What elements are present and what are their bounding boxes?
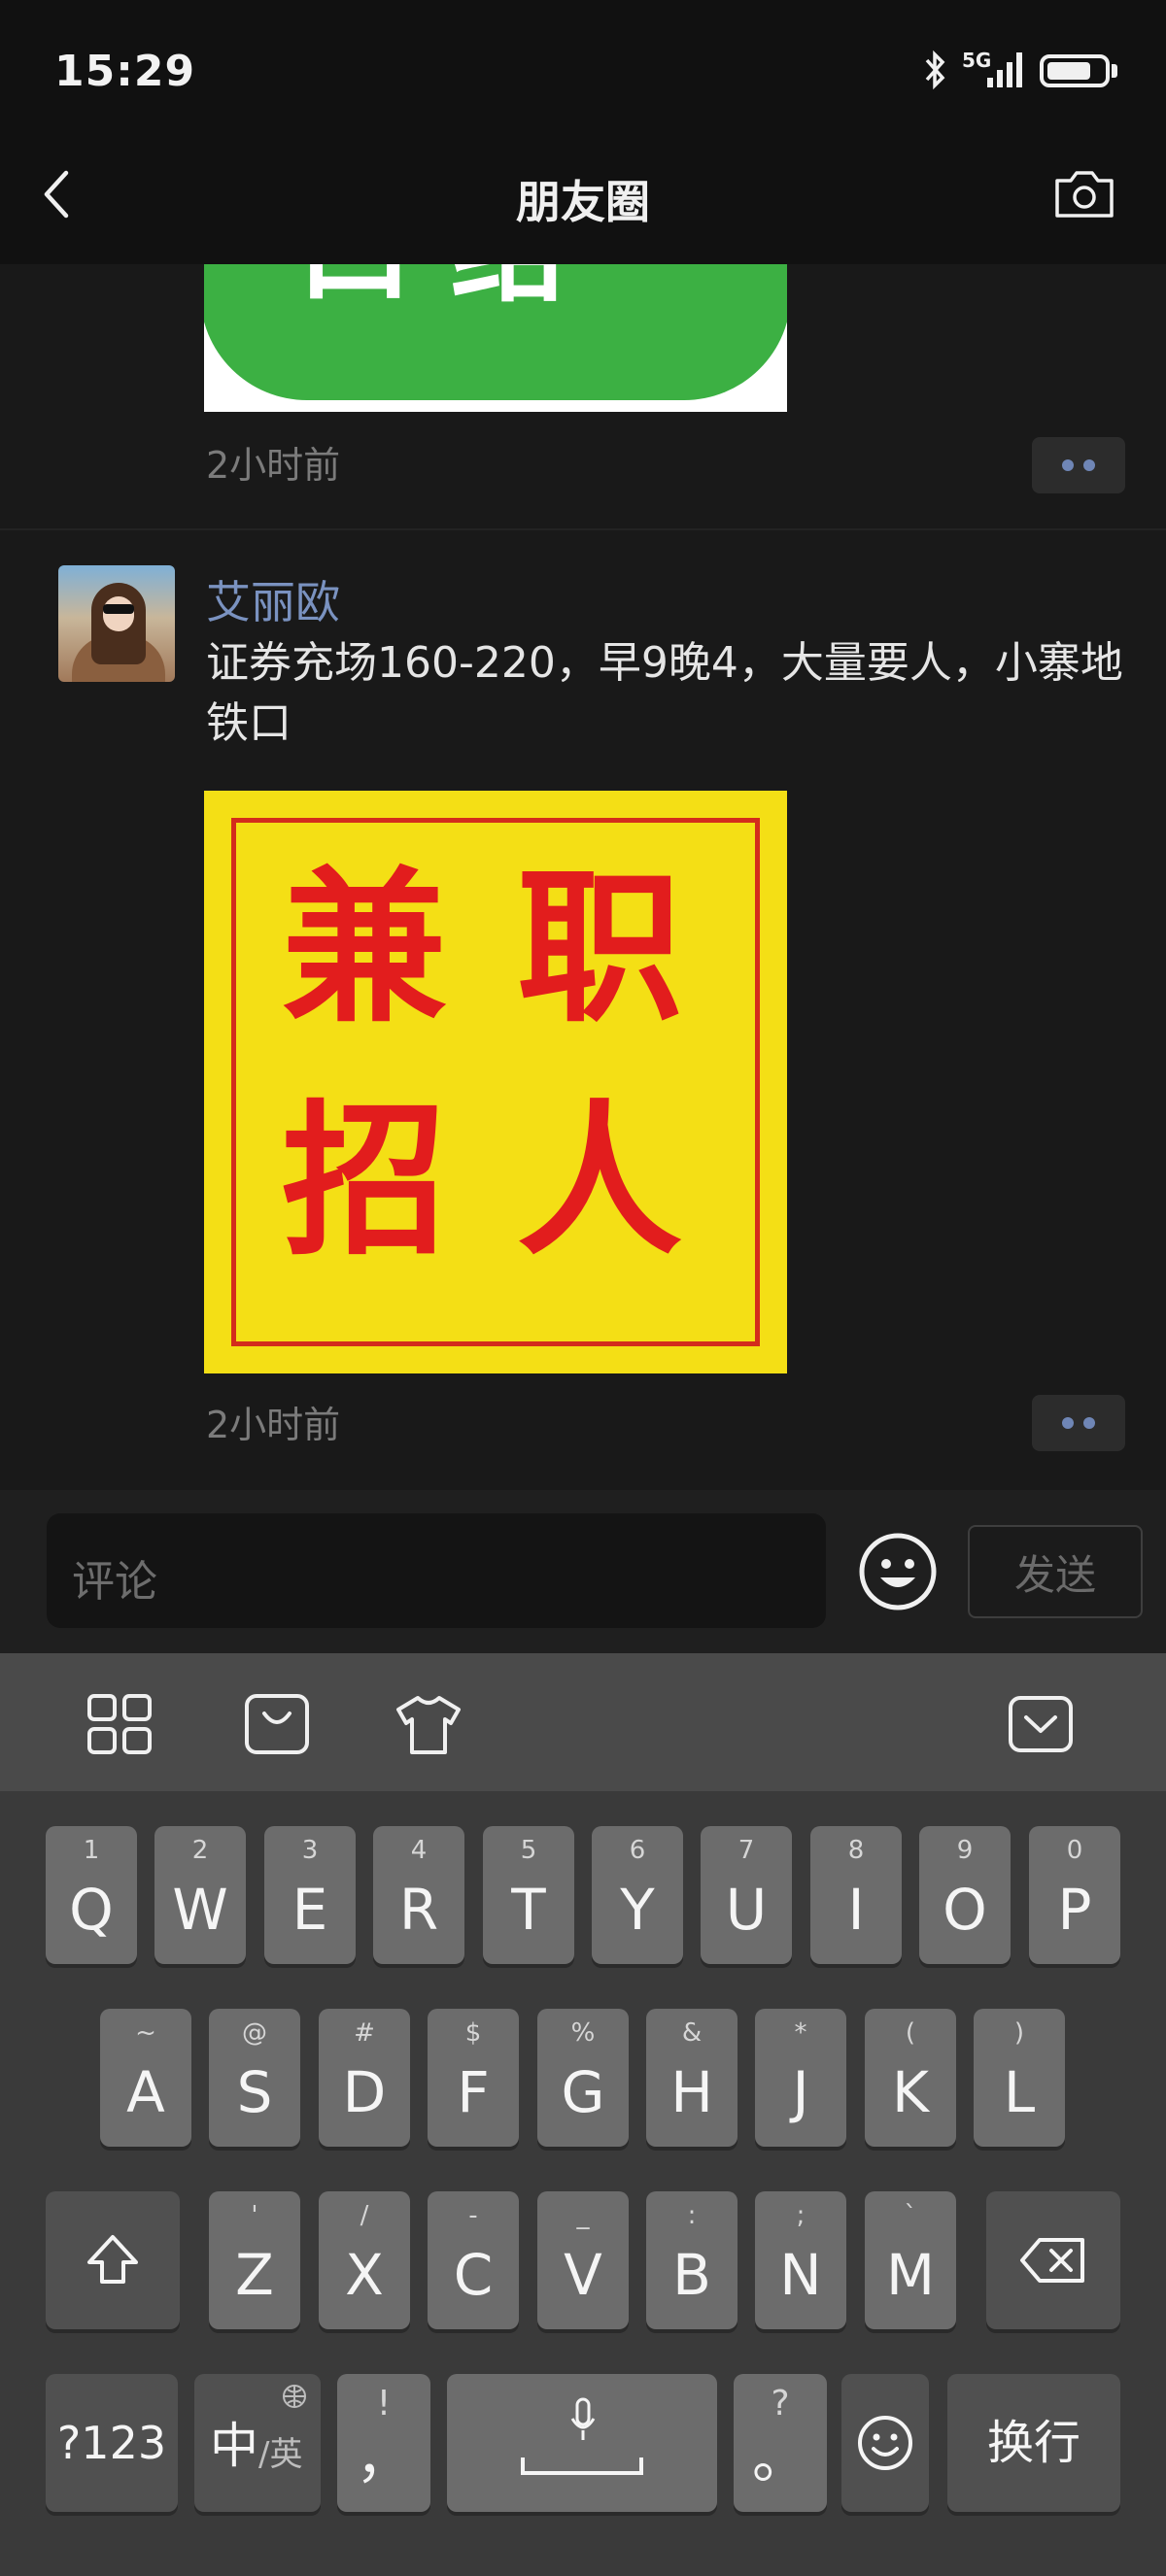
previous-post-more-button[interactable] bbox=[1032, 437, 1125, 493]
key-d[interactable]: # D bbox=[319, 2009, 410, 2147]
post-image-char: 兼 bbox=[282, 853, 448, 1045]
globe-icon bbox=[283, 2385, 306, 2408]
period-key[interactable]: ?。 bbox=[734, 2374, 827, 2512]
post-text: 证券充场160-220，早9晚4，大量要人，小寨地铁口 bbox=[206, 638, 1123, 748]
hide-keyboard-icon[interactable] bbox=[1007, 1692, 1075, 1756]
key-j[interactable]: * J bbox=[755, 2009, 846, 2147]
status-time: 15:29 bbox=[54, 47, 196, 96]
comma-key[interactable]: !， bbox=[337, 2374, 430, 2512]
key-g[interactable]: % G bbox=[537, 2009, 629, 2147]
key-z[interactable]: ' Z bbox=[209, 2191, 300, 2329]
shift-key[interactable] bbox=[46, 2191, 180, 2329]
key-u[interactable]: 7U bbox=[701, 1826, 792, 1964]
dot-icon bbox=[1062, 459, 1074, 471]
keyboard-toolbar bbox=[0, 1653, 1166, 1791]
send-button[interactable]: 发送 bbox=[968, 1525, 1143, 1618]
key-r[interactable]: 4R bbox=[373, 1826, 464, 1964]
comment-input[interactable]: 评论 bbox=[47, 1513, 826, 1628]
space-key[interactable] bbox=[447, 2374, 717, 2512]
dot-icon bbox=[1083, 459, 1095, 471]
key-n[interactable]: ; N bbox=[755, 2191, 846, 2329]
previous-post-image[interactable]: 口结 bbox=[204, 264, 787, 412]
moments-feed[interactable]: 口结 2小时前 艾丽欧 证券充场160-220，早9晚4，大量要人，小寨地铁口 … bbox=[0, 264, 1166, 1490]
comment-bar: 评论 发送 bbox=[0, 1490, 1166, 1653]
emoji-icon bbox=[858, 2416, 912, 2470]
language-key-primary: 中 bbox=[210, 2418, 258, 2474]
key-s[interactable]: @ S bbox=[209, 2009, 300, 2147]
key-f[interactable]: $ F bbox=[428, 2009, 519, 2147]
key-m[interactable]: ` M bbox=[865, 2191, 956, 2329]
backspace-key[interactable] bbox=[986, 2191, 1120, 2329]
post-image-char: 招 bbox=[282, 1086, 448, 1278]
post-image-char: 人 bbox=[517, 1086, 683, 1278]
emoji-key[interactable] bbox=[841, 2374, 929, 2512]
post-time: 2小时前 bbox=[206, 1404, 341, 1446]
dot-icon bbox=[1083, 1417, 1095, 1429]
post-divider bbox=[0, 528, 1166, 530]
enter-key[interactable]: 换行 bbox=[947, 2374, 1120, 2512]
avatar[interactable] bbox=[58, 565, 175, 682]
post-image-char: 职 bbox=[517, 853, 683, 1045]
key-q[interactable]: 1Q bbox=[46, 1826, 137, 1964]
network-label: 5G bbox=[962, 49, 992, 72]
microphone-icon bbox=[570, 2397, 596, 2440]
skin-icon[interactable] bbox=[394, 1692, 463, 1756]
page-title: 朋友圈 bbox=[516, 176, 650, 228]
numeric-switch-key[interactable]: ?123 bbox=[46, 2374, 178, 2512]
dot-icon bbox=[1062, 1417, 1074, 1429]
bluetooth-icon bbox=[925, 51, 945, 89]
key-a[interactable]: ~ A bbox=[100, 2009, 191, 2147]
key-y[interactable]: 6Y bbox=[592, 1826, 683, 1964]
language-key-secondary: /英 bbox=[258, 2435, 303, 2474]
key-i[interactable]: 8I bbox=[810, 1826, 902, 1964]
key-t[interactable]: 5T bbox=[483, 1826, 574, 1964]
keyboard: 1Q 2W 3E 4R 5T 6Y 7U 8I 9O 0P ~ A @ S # D $… bbox=[0, 1791, 1166, 2576]
key-p[interactable]: 0P bbox=[1029, 1826, 1120, 1964]
comment-placeholder: 评论 bbox=[72, 1557, 157, 1607]
key-o[interactable]: 9O bbox=[919, 1826, 1011, 1964]
key-h[interactable]: & H bbox=[646, 2009, 737, 2147]
post-author-name[interactable]: 艾丽欧 bbox=[206, 567, 340, 631]
key-c[interactable]: -C bbox=[428, 2191, 519, 2329]
key-x[interactable]: / X bbox=[319, 2191, 410, 2329]
shift-icon bbox=[87, 2235, 138, 2284]
key-e[interactable]: 3E bbox=[264, 1826, 356, 1964]
shopping-bag-icon[interactable] bbox=[243, 1692, 311, 1756]
post-image[interactable]: 兼 职 招 人 bbox=[204, 791, 787, 1373]
language-switch-key[interactable]: 中 /英 bbox=[194, 2374, 321, 2512]
post-more-button[interactable] bbox=[1032, 1395, 1125, 1451]
camera-icon[interactable] bbox=[1053, 167, 1115, 220]
key-l[interactable]: ) L bbox=[974, 2009, 1065, 2147]
key-w[interactable]: 2W bbox=[154, 1826, 246, 1964]
previous-post-image-text: 口结 bbox=[297, 264, 604, 319]
key-k[interactable]: (K bbox=[865, 2009, 956, 2147]
status-icons: 5G bbox=[923, 49, 1117, 89]
top-bar: 15:29 5G 朋友圈 bbox=[0, 0, 1166, 264]
key-v[interactable]: _ V bbox=[537, 2191, 629, 2329]
key-b[interactable]: :B bbox=[646, 2191, 737, 2329]
backspace-icon bbox=[1020, 2238, 1084, 2283]
space-icon bbox=[521, 2457, 643, 2475]
battery-icon bbox=[1040, 51, 1117, 89]
apps-grid-icon[interactable] bbox=[86, 1692, 154, 1756]
emoji-icon[interactable] bbox=[857, 1531, 939, 1612]
signal-icon: 5G bbox=[962, 49, 1026, 89]
previous-post-time: 2小时前 bbox=[206, 444, 341, 487]
